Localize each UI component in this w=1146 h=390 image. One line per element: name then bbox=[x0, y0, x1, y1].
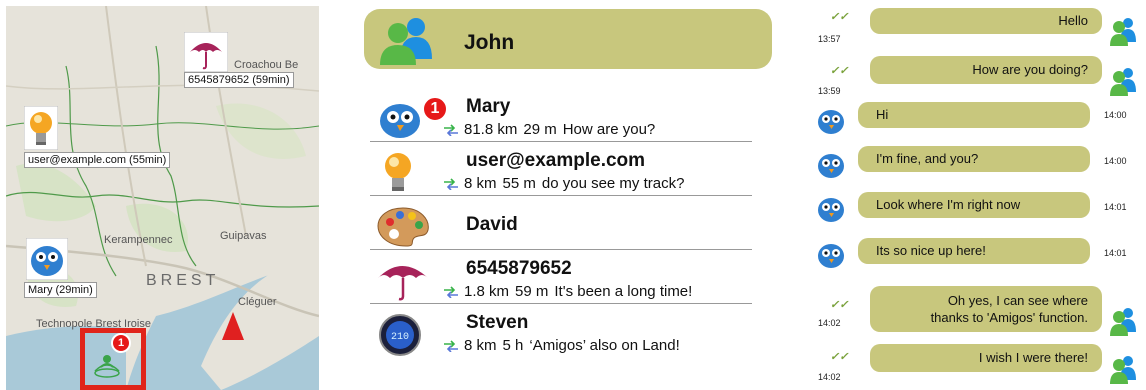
contact-info: 8 km 55 m do you see my track? bbox=[442, 175, 690, 192]
map-pin-label: Mary (29min) bbox=[24, 282, 97, 298]
read-receipt-icon: ✓✓ bbox=[830, 299, 849, 311]
exchange-arrows-icon bbox=[444, 124, 458, 137]
contact-row-user-example[interactable]: user@example.com 8 km 55 m do you see my t… bbox=[370, 146, 752, 196]
place-label: Kerampennec bbox=[104, 234, 173, 246]
contact-name: 6545879652 bbox=[466, 258, 572, 279]
contact-name: user@example.com bbox=[466, 150, 646, 171]
contact-time: 59 m bbox=[515, 283, 549, 300]
contact-message: ‘Amigos’ also on Land! bbox=[529, 337, 680, 354]
place-label: Cléguer bbox=[238, 296, 277, 308]
contact-row-6545879652[interactable]: 6545879652 1.8 km 59 m It's been a long ti… bbox=[370, 254, 752, 304]
contact-distance: 81.8 km bbox=[464, 121, 518, 138]
palette-icon bbox=[377, 207, 429, 247]
message-time: 14:02 bbox=[818, 372, 841, 382]
message-text-line: thanks to 'Amigos' function. bbox=[930, 310, 1088, 325]
svg-text:210: 210 bbox=[391, 332, 409, 343]
place-label: Guipavas bbox=[220, 230, 267, 242]
contact-message: It's been a long time! bbox=[554, 283, 693, 300]
contact-distance: 8 km bbox=[464, 337, 497, 354]
contact-name: Steven bbox=[466, 312, 529, 333]
notification-badge: 1 bbox=[111, 333, 131, 353]
read-receipt-icon: ✓✓ bbox=[830, 11, 849, 23]
messenger-user-icon bbox=[1110, 68, 1136, 96]
message-time: 14:02 bbox=[818, 318, 841, 328]
contact-row-mary[interactable]: 1 Mary 81.8 km 29 m How are you? bbox=[370, 92, 752, 142]
bird-icon bbox=[818, 154, 844, 178]
exchange-arrows-icon bbox=[444, 340, 458, 353]
message-bubble-incoming[interactable]: Look where I'm right now bbox=[858, 192, 1090, 218]
chat-panel: ✓✓ 13:57 Hello ✓✓ 13:59 How are you doin… bbox=[810, 6, 1146, 390]
speedometer-icon: 210 bbox=[379, 314, 421, 356]
exchange-arrows-icon bbox=[444, 178, 458, 191]
umbrella-icon bbox=[378, 266, 428, 301]
contact-distance: 1.8 km bbox=[464, 283, 510, 300]
contact-message: do you see my track? bbox=[541, 175, 685, 192]
bird-icon bbox=[380, 104, 420, 138]
message-time: 13:57 bbox=[818, 34, 841, 44]
messenger-user-icon bbox=[1110, 356, 1136, 384]
current-position-icon bbox=[222, 312, 244, 340]
read-receipt-icon: ✓✓ bbox=[830, 65, 849, 77]
bird-icon bbox=[818, 244, 844, 268]
message-time: 14:00 bbox=[1104, 156, 1127, 166]
map-view[interactable]: Croachou Be Kerampennec Guipavas Cléguer… bbox=[6, 6, 319, 390]
contact-info: 1.8 km 59 m It's been a long time! bbox=[442, 283, 698, 300]
message-time: 13:59 bbox=[818, 86, 841, 96]
message-time: 14:00 bbox=[1104, 110, 1127, 120]
lightbulb-icon bbox=[23, 105, 59, 151]
map-pin-lightbulb[interactable] bbox=[23, 105, 59, 155]
selected-marker-box[interactable]: 1 bbox=[80, 328, 146, 390]
bird-icon bbox=[818, 198, 844, 222]
contact-message: How are you? bbox=[562, 121, 656, 138]
map-pin-label: user@example.com (55min) bbox=[24, 152, 171, 168]
map-pin-label: 6545879652 (59min) bbox=[184, 72, 294, 88]
place-label: Croachou Be bbox=[234, 59, 299, 71]
message-bubble-outgoing[interactable]: Hello bbox=[870, 8, 1102, 34]
lightbulb-icon bbox=[385, 153, 411, 191]
contact-time: 55 m bbox=[502, 175, 536, 192]
message-bubble-incoming[interactable]: I'm fine, and you? bbox=[858, 146, 1090, 172]
bird-icon bbox=[818, 110, 844, 134]
unread-badge: 1 bbox=[422, 96, 448, 122]
message-bubble-outgoing[interactable]: I wish I were there! bbox=[870, 344, 1102, 372]
message-bubble-incoming[interactable]: Its so nice up here! bbox=[858, 238, 1090, 264]
umbrella-icon bbox=[183, 31, 229, 73]
contact-row-steven[interactable]: 210 Steven 8 km 5 h ‘Amigos’ also on Land! bbox=[370, 308, 752, 358]
messenger-user-icon bbox=[1110, 18, 1136, 46]
contact-row-david[interactable]: David bbox=[370, 200, 752, 250]
message-bubble-outgoing[interactable]: How are you doing? bbox=[870, 56, 1102, 84]
contact-info: 81.8 km 29 m How are you? bbox=[442, 121, 661, 138]
message-bubble-outgoing[interactable]: Oh yes, I can see where thanks to 'Amigo… bbox=[870, 286, 1102, 332]
contacts-header[interactable]: John bbox=[364, 9, 772, 69]
message-time: 14:01 bbox=[1104, 202, 1127, 212]
contact-name: David bbox=[466, 214, 518, 235]
messenger-user-icon bbox=[380, 18, 432, 65]
contacts-panel: John 1 Mary 81.8 km 29 m How are you? user… bbox=[362, 6, 776, 390]
bird-icon bbox=[25, 237, 69, 281]
message-text-line: Oh yes, I can see where bbox=[947, 293, 1088, 308]
message-bubble-incoming[interactable]: Hi bbox=[858, 102, 1090, 128]
map-pin-bird[interactable] bbox=[25, 237, 69, 285]
city-label: BREST bbox=[146, 272, 220, 289]
contact-time: 5 h bbox=[502, 337, 524, 354]
messenger-user-icon bbox=[1110, 308, 1136, 336]
current-user-name: John bbox=[464, 31, 515, 54]
exchange-arrows-icon bbox=[444, 286, 458, 299]
contact-name: Mary bbox=[466, 96, 511, 117]
contact-distance: 8 km bbox=[464, 175, 497, 192]
read-receipt-icon: ✓✓ bbox=[830, 351, 849, 363]
message-time: 14:01 bbox=[1104, 248, 1127, 258]
map-pin-umbrella[interactable] bbox=[183, 31, 229, 77]
contact-time: 29 m bbox=[523, 121, 557, 138]
contact-info: 8 km 5 h ‘Amigos’ also on Land! bbox=[442, 337, 686, 354]
